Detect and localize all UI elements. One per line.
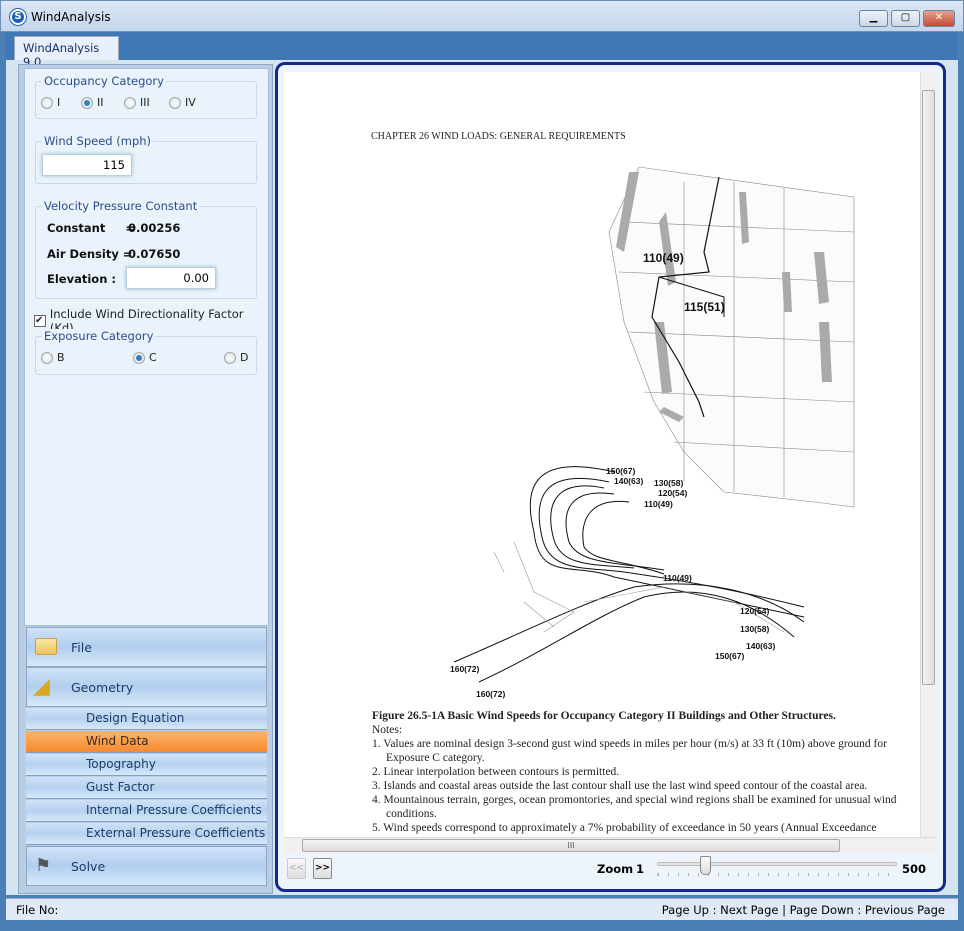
nav-design-equation[interactable]: Design Equation — [26, 708, 267, 730]
nav-internal-pressure[interactable]: Internal Pressure Coefficients — [26, 800, 267, 822]
prev-page-button[interactable]: << — [287, 858, 306, 879]
tab-windanalysis[interactable]: WindAnalysis 9.0 — [14, 36, 119, 69]
elevation-input[interactable]: 0.00 — [126, 267, 216, 289]
vertical-scroll-thumb[interactable] — [922, 90, 935, 685]
note-2: 2. Linear interpolation between contours… — [372, 766, 620, 778]
map-label: 115(51) — [684, 300, 725, 314]
zoom-slider-thumb[interactable] — [700, 856, 711, 875]
nav-topography[interactable]: Topography — [26, 754, 267, 776]
tab-strip — [6, 32, 958, 62]
nav-geometry[interactable]: ◢ Geometry — [26, 667, 267, 707]
occupancy-label: Occupancy Category — [42, 74, 166, 88]
file-no-label: File No: — [16, 903, 59, 917]
map-label: 110(49) — [663, 573, 692, 583]
exposure-group: Exposure Category B C D — [35, 329, 257, 375]
map-label: 140(63) — [746, 641, 775, 651]
velocity-group: Velocity Pressure Constant Constant = 0.… — [35, 199, 257, 299]
map-label: 110(49) — [644, 499, 673, 509]
zoom-slider-track[interactable] — [657, 862, 897, 866]
page-shortcut-hint: Page Up : Next Page | Page Down : Previo… — [661, 903, 945, 917]
occupancy-group: Occupancy Category I II III IV — [35, 74, 257, 119]
nav-file[interactable]: File — [26, 627, 267, 667]
wind-speed-group: Wind Speed (mph) 115 — [35, 134, 257, 184]
map-label: 140(63) — [614, 476, 643, 486]
map-label: 120(54) — [658, 488, 687, 498]
map-label: 160(72) — [450, 664, 479, 674]
wind-speed-map: 110(49) 115(51) 150(67) 140(63) 130(58) … — [450, 166, 855, 699]
elevation-label: Elevation : — [47, 272, 116, 286]
air-density-value: 0.07650 — [128, 247, 181, 261]
radio-exposure-d[interactable]: D — [224, 351, 248, 364]
zoom-min: 1 — [636, 862, 645, 876]
radio-occupancy-ii[interactable]: II — [81, 96, 104, 109]
folder-icon — [35, 638, 57, 655]
solve-icon: ⚑ — [35, 855, 52, 876]
window-title: WindAnalysis — [31, 10, 111, 24]
map-label: 150(67) — [606, 466, 635, 476]
radio-exposure-b[interactable]: B — [41, 351, 65, 364]
map-label: 120(54) — [740, 606, 769, 616]
map-label: 160(72) — [476, 689, 505, 699]
nav-solve[interactable]: ⚑ Solve — [26, 846, 267, 886]
wind-speed-input[interactable]: 115 — [42, 154, 132, 176]
minimize-button[interactable]: ▁ — [859, 10, 888, 27]
map-label: 150(67) — [715, 651, 744, 661]
wind-speed-label: Wind Speed (mph) — [42, 134, 154, 148]
nav-external-pressure[interactable]: External Pressure Coefficients — [26, 823, 267, 845]
constant-value: 0.00256 — [128, 221, 181, 235]
note-5: 5. Wind speeds correspond to approximate… — [372, 822, 877, 834]
zoom-slider-ticks — [657, 873, 897, 876]
radio-occupancy-iii[interactable]: III — [124, 96, 150, 109]
zoom-label: Zoom — [597, 862, 634, 876]
velocity-label: Velocity Pressure Constant — [42, 199, 200, 213]
wind-data-form: Occupancy Category I II III IV Wind Spee… — [24, 68, 269, 626]
horizontal-scroll-thumb[interactable]: III — [302, 839, 840, 852]
note-1: 1. Values are nominal design 3-second gu… — [372, 738, 887, 764]
status-bar: File No: Page Up : Next Page | Page Down… — [6, 898, 958, 920]
title-bar: S WindAnalysis ▁ ▢ ✕ — [0, 0, 964, 32]
triangle-ruler-icon: ◢ — [33, 674, 50, 699]
map-label: 110(49) — [643, 251, 684, 265]
exposure-label: Exposure Category — [42, 329, 156, 343]
map-label: 130(58) — [654, 478, 683, 488]
nav-wind-data[interactable]: Wind Data — [26, 731, 267, 753]
figure-caption: Figure 26.5-1A Basic Wind Speeds for Occ… — [372, 710, 836, 722]
air-density-label: Air Density = — [47, 247, 133, 261]
nav-gust-factor[interactable]: Gust Factor — [26, 777, 267, 799]
next-page-button[interactable]: >> — [313, 858, 332, 879]
app-icon: S — [10, 9, 26, 25]
radio-occupancy-iv[interactable]: IV — [169, 96, 196, 109]
checkbox-icon: ✔ — [34, 315, 46, 327]
radio-exposure-c[interactable]: C — [133, 351, 157, 364]
note-3: 3. Islands and coastal areas outside the… — [372, 780, 868, 792]
document-page[interactable]: CHAPTER 26 WIND LOADS: GENERAL REQUIREME… — [284, 72, 920, 837]
radio-occupancy-i[interactable]: I — [41, 96, 60, 109]
zoom-max: 500 — [902, 862, 927, 876]
map-label: 130(58) — [740, 624, 769, 634]
close-button[interactable]: ✕ — [923, 10, 955, 27]
maximize-button[interactable]: ▢ — [891, 10, 920, 27]
constant-label: Constant = — [47, 221, 135, 235]
notes-label: Notes: — [372, 724, 403, 736]
note-4: 4. Mountainous terrain, gorges, ocean pr… — [372, 794, 897, 820]
